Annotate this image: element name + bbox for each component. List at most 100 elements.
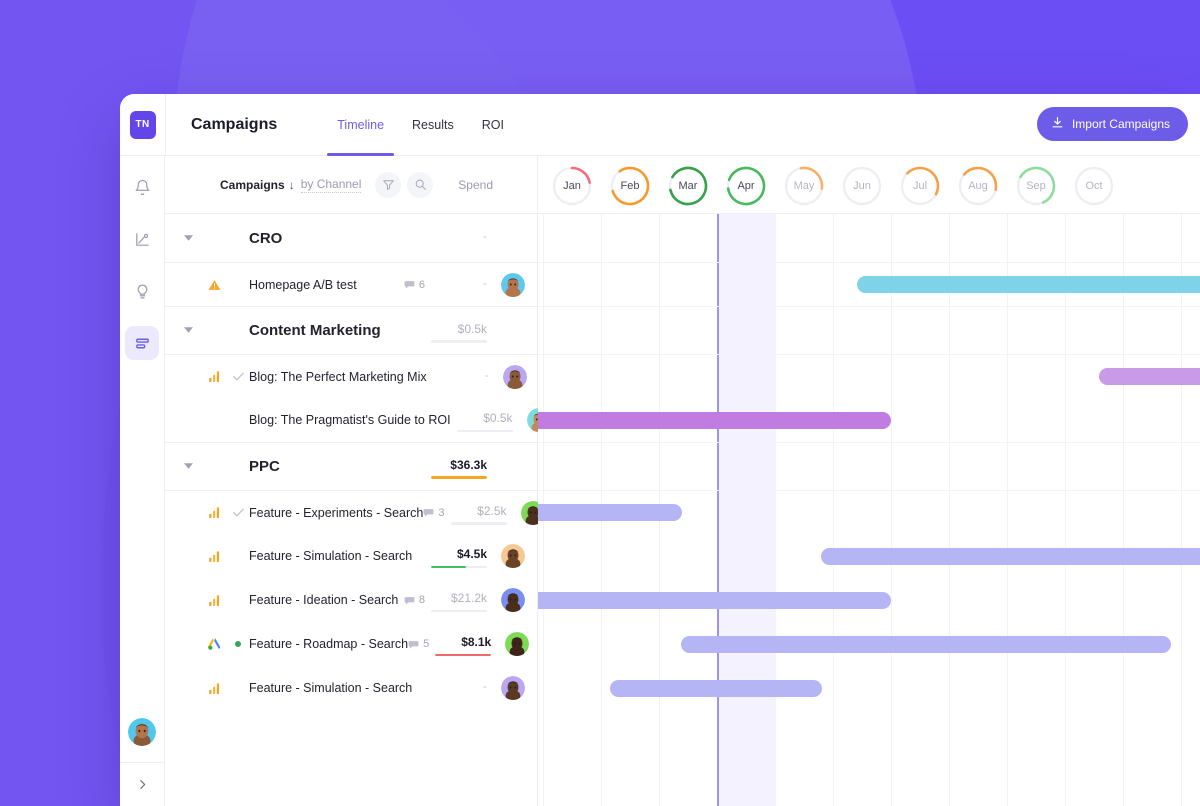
- collapse-caret-icon[interactable]: [175, 326, 201, 335]
- campaign-row[interactable]: Feature - Roadmap - Search 5 $8.1k: [165, 622, 537, 666]
- gantt-bar[interactable]: [538, 411, 891, 429]
- campaign-row[interactable]: Feature - Simulation - Search -: [165, 666, 537, 710]
- campaign-row[interactable]: Feature - Simulation - Search $4.5k: [165, 534, 537, 578]
- tab-bar: Timeline Results ROI: [323, 94, 518, 156]
- analytics-icon: [201, 593, 227, 608]
- google-ads-icon: [201, 636, 227, 652]
- sidebar-item-insights[interactable]: [125, 274, 159, 308]
- campaign-group-row[interactable]: Content Marketing $0.5k: [165, 306, 537, 354]
- group-title: PPC: [249, 458, 280, 475]
- group-by-label: Campaigns: [220, 177, 285, 192]
- spend-progress-bar: [456, 429, 513, 432]
- spend-progress-bar: [431, 340, 487, 343]
- gantt-bar[interactable]: [1099, 367, 1200, 385]
- avatar[interactable]: [501, 676, 525, 700]
- timeline-row-separator: [538, 262, 1200, 263]
- gantt-bar[interactable]: [680, 635, 1171, 653]
- sidebar-item-analytics[interactable]: [125, 222, 159, 256]
- month-progress-oct[interactable]: Oct: [1073, 165, 1115, 207]
- comment-count-label: 3: [438, 506, 445, 519]
- gantt-bar[interactable]: [538, 591, 891, 609]
- sidebar-item-notifications[interactable]: [125, 170, 159, 204]
- avatar[interactable]: [501, 588, 525, 612]
- sort-arrow-icon: ↓: [288, 177, 295, 192]
- top-bar: TN Campaigns Timeline Results ROI Import C…: [120, 94, 1200, 156]
- sidebar-item-timeline[interactable]: [125, 326, 159, 360]
- month-progress-sep[interactable]: Sep: [1015, 165, 1057, 207]
- collapse-caret-icon[interactable]: [175, 234, 201, 243]
- comment-count[interactable]: 6: [404, 279, 425, 291]
- spend-cell: $2.5k: [450, 504, 507, 525]
- month-progress-jul[interactable]: Jul: [899, 165, 941, 207]
- spend-column-header: Spend: [458, 177, 493, 192]
- avatar[interactable]: [502, 364, 527, 389]
- spend-value: -: [483, 229, 487, 243]
- filter-icon[interactable]: [375, 171, 402, 198]
- avatar[interactable]: [501, 544, 525, 568]
- month-label: Oct: [1085, 180, 1103, 192]
- gantt-bar[interactable]: [610, 679, 822, 697]
- comment-icon: [408, 640, 419, 648]
- avatar[interactable]: [501, 272, 525, 297]
- comment-count[interactable]: 5: [408, 638, 429, 650]
- campaign-row[interactable]: Blog: The Perfect Marketing Mix -: [165, 354, 537, 398]
- collapse-caret-icon[interactable]: [175, 462, 201, 471]
- spend-cell: $8.1k: [435, 635, 492, 656]
- month-label: Jun: [853, 180, 871, 192]
- gantt-bar[interactable]: [820, 547, 1200, 565]
- group-by-value[interactable]: by Channel: [300, 177, 362, 193]
- month-progress-apr[interactable]: Apr: [725, 165, 767, 207]
- campaign-row[interactable]: Feature - Experiments - Search 3 $2.5k: [165, 490, 545, 534]
- expand-sidebar-button[interactable]: [120, 762, 165, 806]
- tab-timeline[interactable]: Timeline: [323, 94, 398, 156]
- today-column: [717, 214, 775, 806]
- month-label: Feb: [620, 180, 640, 192]
- group-by-control[interactable]: Campaigns ↓: [220, 178, 299, 192]
- timeline-row-separator: [538, 490, 1200, 491]
- group-title: Content Marketing: [249, 322, 381, 339]
- month-progress-jan[interactable]: Jan: [551, 165, 593, 207]
- list-toolbar: Campaigns ↓ by Channel Spend: [165, 156, 537, 214]
- campaign-row[interactable]: Homepage A/B test 6 -: [165, 262, 537, 306]
- month-progress-may[interactable]: May: [783, 165, 825, 207]
- campaign-title: Feature - Experiments - Search: [249, 505, 424, 520]
- spend-value: $0.5k: [483, 411, 513, 425]
- tab-results[interactable]: Results: [398, 94, 468, 156]
- warning-icon: [208, 279, 220, 290]
- campaign-rows: CRO - Homepage A/B test 6 - Content Market…: [165, 214, 551, 806]
- gantt-bar[interactable]: [857, 275, 1200, 293]
- tab-roi[interactable]: ROI: [468, 94, 518, 156]
- gantt-bar[interactable]: [538, 503, 683, 521]
- import-button-label: Import Campaigns: [1071, 117, 1170, 131]
- spend-value: $21.2k: [450, 591, 487, 605]
- month-progress-mar[interactable]: Mar: [667, 165, 709, 207]
- month-progress-aug[interactable]: Aug: [957, 165, 999, 207]
- campaign-group-row[interactable]: CRO -: [165, 214, 537, 262]
- screenshot-stage: TN Campaigns Timeline Results ROI Import C…: [0, 0, 1200, 806]
- avatar[interactable]: [128, 718, 156, 746]
- comment-count[interactable]: 8: [404, 594, 425, 606]
- campaign-row[interactable]: Feature - Ideation - Search 8 $21.2k: [165, 578, 537, 622]
- analytics-icon: [208, 507, 219, 519]
- logo-cell: TN: [120, 94, 165, 156]
- check-icon: [227, 372, 249, 381]
- spend-value: -: [483, 679, 487, 693]
- campaign-group-row[interactable]: PPC $36.3k: [165, 442, 537, 490]
- month-progress-feb[interactable]: Feb: [609, 165, 651, 207]
- spend-cell: -: [431, 679, 487, 697]
- warning-icon: [201, 278, 227, 292]
- app-body: Campaigns ↓ by Channel Spend CRO - Homepag…: [120, 156, 1200, 806]
- avatar[interactable]: [505, 632, 530, 656]
- comment-count-label: 8: [418, 594, 425, 606]
- search-icon[interactable]: [407, 171, 434, 198]
- timeline-gridline: [1065, 214, 1066, 806]
- app-logo[interactable]: TN: [129, 110, 156, 139]
- timeline-pane: Jan Feb Mar Apr May Jun Jul Aug Sep Oct: [538, 156, 1200, 806]
- campaign-row[interactable]: Blog: The Pragmatist's Guide to ROI $0.5k: [165, 398, 551, 442]
- month-progress-jun[interactable]: Jun: [841, 165, 883, 207]
- month-label: Mar: [678, 180, 698, 192]
- comment-count[interactable]: 3: [423, 506, 445, 519]
- analytics-icon: [208, 682, 219, 694]
- import-campaigns-button[interactable]: Import Campaigns: [1036, 107, 1188, 141]
- timeline-row-separator: [538, 442, 1200, 443]
